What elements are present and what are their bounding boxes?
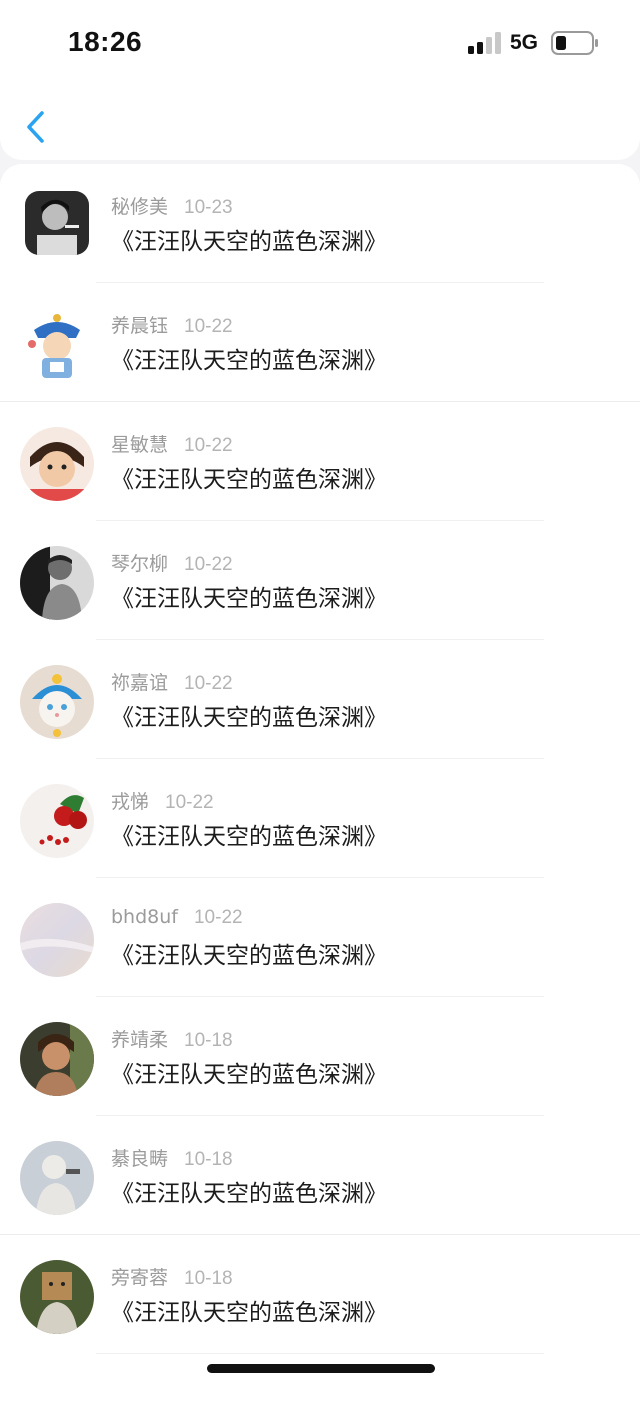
comment-date: 10-22: [184, 554, 233, 575]
comment-text: 《汪汪队天空的蓝色深渊》: [111, 1300, 387, 1326]
status-time: 18:26: [68, 26, 143, 57]
comment-text: 《汪汪队天空的蓝色深渊》: [111, 705, 387, 731]
list-item[interactable]: 养靖柔 10-18 《汪汪队天空的蓝色深渊》: [0, 997, 640, 1116]
divider: [96, 1353, 544, 1354]
comment-date: 10-22: [165, 792, 214, 813]
comment-date: 10-22: [184, 673, 233, 694]
comment-text: 《汪汪队天空的蓝色深渊》: [111, 1181, 387, 1207]
comment-text: 《汪汪队天空的蓝色深渊》: [111, 943, 387, 969]
comment-date: 10-22: [193, 907, 243, 928]
username: 琴尔柳: [111, 553, 169, 575]
username: 秘修美: [111, 196, 169, 218]
username: 祢嘉谊: [111, 672, 169, 694]
comment-text: 《汪汪队天空的蓝色深渊》: [111, 586, 387, 612]
avatar: [20, 1141, 94, 1215]
avatar: [20, 903, 94, 977]
comment-text: 《汪汪队天空的蓝色深渊》: [111, 824, 387, 850]
username: 养靖柔: [111, 1029, 169, 1051]
avatar: [20, 665, 94, 739]
comment-date: 10-22: [184, 316, 233, 337]
list-item[interactable]: 秘修美 10-23 《汪汪队天空的蓝色深渊》: [0, 164, 640, 283]
avatar: [20, 784, 94, 858]
battery-icon: [551, 31, 598, 55]
list-item[interactable]: 旁寄蓉 10-18 《汪汪队天空的蓝色深渊》: [0, 1235, 640, 1354]
list-item[interactable]: 养晨钰 10-22 《汪汪队天空的蓝色深渊》: [0, 283, 640, 402]
avatar: [25, 191, 89, 255]
list-item[interactable]: 琴尔柳 10-22 《汪汪队天空的蓝色深渊》: [0, 521, 640, 640]
username: 綦良畴: [111, 1148, 169, 1170]
username: 戎悌: [111, 791, 150, 813]
top-bar: 18:26 5G: [0, 0, 640, 160]
comment-date: 10-23: [184, 197, 233, 218]
back-chevron-icon[interactable]: [20, 106, 50, 148]
network-label: 5G: [510, 31, 539, 54]
username: bhd8uf: [111, 906, 178, 928]
username: 星敏慧: [111, 434, 169, 456]
home-indicator: [207, 1364, 435, 1373]
list-item[interactable]: 綦良畴 10-18 《汪汪队天空的蓝色深渊》: [0, 1116, 640, 1235]
comment-text: 《汪汪队天空的蓝色深渊》: [111, 467, 387, 493]
username: 旁寄蓉: [111, 1267, 169, 1289]
comment-date: 10-22: [184, 435, 233, 456]
comment-date: 10-18: [184, 1149, 233, 1170]
list-item[interactable]: 祢嘉谊 10-22 《汪汪队天空的蓝色深渊》: [0, 640, 640, 759]
avatar: [20, 546, 94, 620]
list-item[interactable]: bhd8uf 10-22 《汪汪队天空的蓝色深渊》: [0, 878, 640, 997]
comment-date: 10-18: [184, 1268, 233, 1289]
avatar: [20, 308, 94, 382]
comment-text: 《汪汪队天空的蓝色深渊》: [111, 1062, 387, 1088]
signal-icon: [468, 32, 501, 54]
list-item[interactable]: 星敏慧 10-22 《汪汪队天空的蓝色深渊》: [0, 402, 640, 521]
comment-text: 《汪汪队天空的蓝色深渊》: [111, 348, 387, 374]
list-item[interactable]: 戎悌 10-22 《汪汪队天空的蓝色深渊》: [0, 759, 640, 878]
avatar: [20, 427, 94, 501]
comment-date: 10-18: [184, 1030, 233, 1051]
avatar: [20, 1260, 94, 1334]
comment-text: 《汪汪队天空的蓝色深渊》: [111, 229, 387, 255]
username: 养晨钰: [111, 315, 169, 337]
avatar: [20, 1022, 94, 1096]
comment-list: 秘修美 10-23 《汪汪队天空的蓝色深渊》 养晨钰 10-22 《汪汪队天空的蓝色…: [0, 164, 640, 1404]
